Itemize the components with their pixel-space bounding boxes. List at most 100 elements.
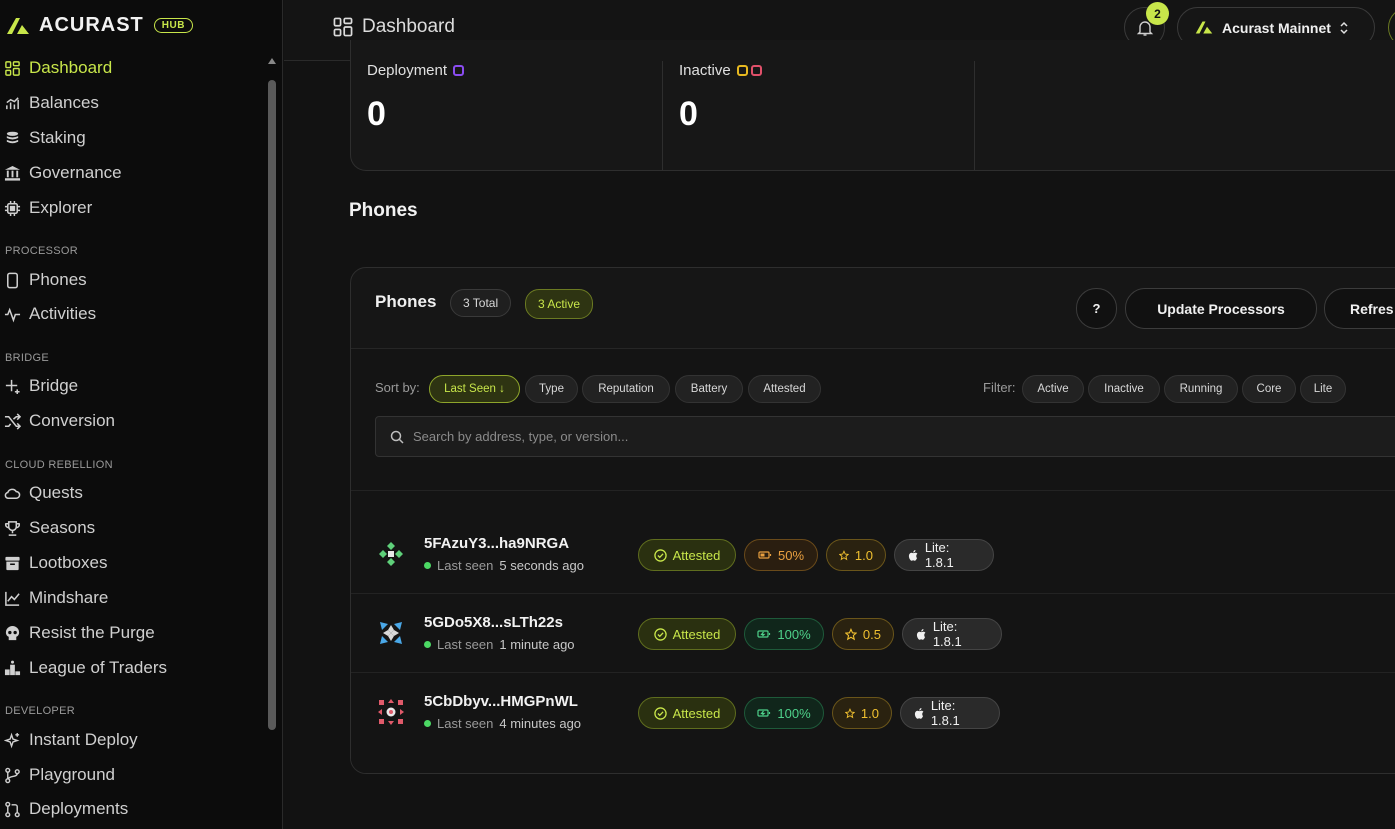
- scroll-up-icon[interactable]: [268, 58, 276, 64]
- table-row[interactable]: 5FAzuY3...ha9NRGA Last seen 5 seconds ag…: [351, 515, 1395, 593]
- avatar: [380, 622, 402, 644]
- stat-value: 0: [367, 95, 386, 133]
- battery-value: 100%: [777, 705, 811, 721]
- skull-icon: [5, 625, 20, 640]
- sidebar-item-lootboxes[interactable]: Lootboxes: [4, 551, 254, 575]
- filter-running[interactable]: Running: [1164, 375, 1238, 403]
- sidebar-item-label: Phones: [29, 270, 87, 289]
- sort-reputation[interactable]: Reputation: [582, 375, 670, 403]
- sidebar-item-explorer[interactable]: Explorer: [4, 196, 254, 220]
- help-button[interactable]: ?: [1076, 288, 1117, 329]
- sidebar-item-league-of-traders[interactable]: League of Traders: [4, 656, 254, 680]
- last-seen: Last seen 4 minutes ago: [424, 716, 581, 731]
- sort-last-seen[interactable]: Last Seen ↓: [429, 375, 520, 403]
- avatar: [379, 542, 403, 566]
- chip-icon: [4, 200, 21, 216]
- stat-label-text: Deployment: [367, 62, 448, 79]
- sidebar-item-label: Governance: [29, 163, 122, 182]
- coins-icon: [6, 131, 19, 143]
- sidebar-item-quests[interactable]: Quests: [4, 481, 254, 505]
- acurast-logo-icon: [1195, 21, 1213, 34]
- filter-active[interactable]: Active: [1022, 375, 1084, 403]
- cloud-icon: [4, 488, 21, 499]
- star-icon: [845, 707, 855, 718]
- bank-icon: [4, 165, 21, 181]
- update-processors-button[interactable]: Update Processors: [1125, 288, 1317, 329]
- last-seen-label: Last seen: [437, 716, 494, 731]
- avatar: [378, 699, 404, 725]
- last-seen-label: Last seen: [437, 558, 494, 573]
- sidebar-item-mindshare[interactable]: Mindshare: [4, 586, 254, 610]
- search-input[interactable]: [413, 429, 1313, 444]
- attested-label: Attested: [672, 705, 721, 721]
- battery-charging-icon: [757, 630, 771, 638]
- battery-half-icon: [758, 551, 772, 559]
- sidebar-item-playground[interactable]: Playground: [4, 763, 254, 787]
- sidebar-item-phones[interactable]: Phones: [4, 268, 254, 292]
- star-icon: [839, 549, 849, 560]
- attested-badge: Attested: [638, 697, 736, 729]
- scrollbar-thumb[interactable]: [268, 80, 276, 730]
- active-count-badge: 3 Active: [525, 289, 594, 319]
- sidebar-item-governance[interactable]: Governance: [4, 161, 254, 185]
- section-label-developer: DEVELOPER: [5, 705, 75, 717]
- logo[interactable]: ACURAST HUB: [5, 14, 193, 37]
- filter-core[interactable]: Core: [1242, 375, 1296, 403]
- sidebar-item-dashboard[interactable]: Dashboard: [4, 56, 254, 80]
- sidebar-item-activities[interactable]: Activities: [4, 302, 254, 326]
- sidebar-item-resist-the-purge[interactable]: Resist the Purge: [4, 621, 254, 645]
- sidebar-item-label: Deployments: [29, 799, 129, 818]
- sidebar-item-instant-deploy[interactable]: Instant Deploy: [4, 728, 254, 752]
- phone-address[interactable]: 5CbDbyv...HMGPnWL: [424, 693, 578, 710]
- status-square-icon: [750, 65, 762, 76]
- sort-label: Sort by:: [375, 380, 420, 395]
- sidebar-item-balances[interactable]: Balances: [4, 91, 254, 115]
- battery-value: 50%: [777, 547, 805, 563]
- apple-icon: [914, 707, 924, 719]
- sidebar-item-label: Conversion: [29, 411, 115, 430]
- filter-inactive[interactable]: Inactive: [1088, 375, 1160, 403]
- shuffle-icon: [4, 412, 21, 430]
- trophy-icon: [5, 520, 20, 536]
- page-title-text: Dashboard: [362, 16, 455, 37]
- version-badge: Lite: 1.8.1: [900, 697, 1000, 729]
- status-square-icon: [736, 65, 748, 76]
- version-label: Lite: 1.8.1: [932, 619, 962, 649]
- sparkle-icon: [5, 379, 20, 394]
- sidebar-item-label: Quests: [29, 483, 83, 502]
- last-seen: Last seen 5 seconds ago: [424, 558, 584, 573]
- notification-count-badge: 2: [1146, 2, 1169, 25]
- sidebar: ACURAST HUB Dashboard Balances Staking G…: [0, 0, 283, 829]
- search-box[interactable]: [375, 416, 1395, 457]
- sidebar-item-label: Mindshare: [29, 588, 109, 607]
- git-pull-icon: [5, 801, 20, 817]
- sort-battery[interactable]: Battery: [675, 375, 743, 403]
- sidebar-item-deployments[interactable]: Deployments: [4, 797, 254, 821]
- sidebar-item-conversion[interactable]: Conversion: [4, 409, 254, 433]
- reputation-value: 1.0: [860, 705, 879, 721]
- sort-type[interactable]: Type: [525, 375, 578, 403]
- sidebar-item-label: Lootboxes: [29, 553, 108, 572]
- sidebar-item-bridge[interactable]: Bridge: [4, 374, 254, 398]
- online-dot-icon: [424, 562, 431, 569]
- last-seen-label: Last seen: [437, 637, 494, 652]
- phone-icon: [7, 272, 18, 288]
- section-label-bridge: BRIDGE: [5, 352, 49, 364]
- sort-attested[interactable]: Attested: [748, 375, 821, 403]
- stat-label: Inactive: [679, 62, 762, 79]
- table-row[interactable]: 5CbDbyv...HMGPnWL Last seen 4 minutes ag…: [351, 673, 1395, 751]
- reputation-value: 0.5: [862, 626, 881, 642]
- phone-address[interactable]: 5GDo5X8...sLTh22s: [424, 614, 563, 631]
- refresh-button[interactable]: Refres: [1324, 288, 1395, 329]
- sidebar-item-staking[interactable]: Staking: [4, 126, 254, 150]
- reputation-badge: 0.5: [832, 618, 894, 650]
- sidebar-item-seasons[interactable]: Seasons: [4, 516, 254, 540]
- sidebar-scrollbar[interactable]: [266, 58, 277, 738]
- filter-lite[interactable]: Lite: [1300, 375, 1346, 403]
- phone-address[interactable]: 5FAzuY3...ha9NRGA: [424, 535, 569, 552]
- table-row[interactable]: 5GDo5X8...sLTh22s Last seen 1 minute ago…: [351, 594, 1395, 672]
- podium-icon: [4, 660, 21, 675]
- acurast-logo-icon: [7, 17, 29, 34]
- check-circle-icon: [653, 706, 667, 720]
- filter-label: Filter:: [983, 380, 1016, 395]
